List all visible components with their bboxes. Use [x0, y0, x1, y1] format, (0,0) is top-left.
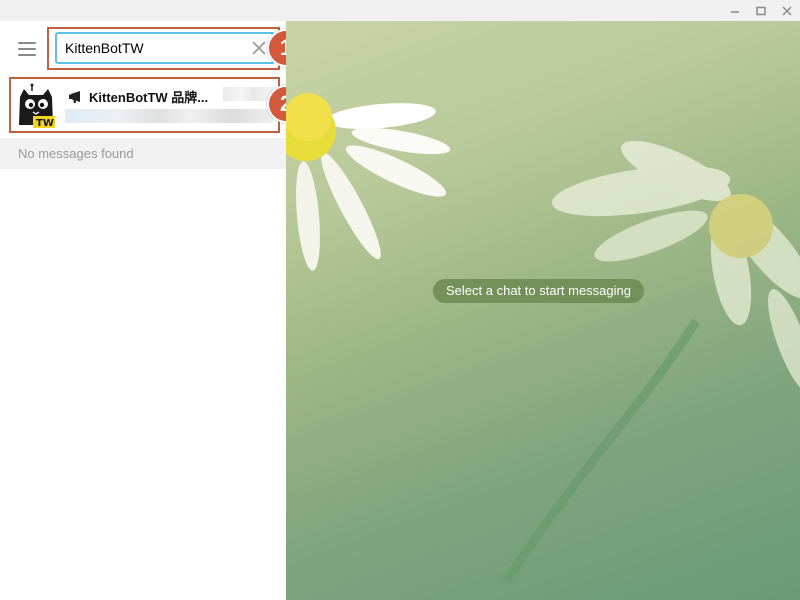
search-result[interactable]: TW KittenBotTW 品牌...	[8, 79, 280, 133]
chat-wallpaper	[286, 93, 800, 584]
blurred-preview	[65, 109, 273, 123]
menu-line	[18, 54, 36, 56]
chat-area: Select a chat to start messaging	[286, 21, 800, 600]
minimize-button[interactable]	[722, 0, 748, 21]
search-input[interactable]	[65, 38, 245, 58]
maximize-icon	[756, 6, 766, 15]
no-messages-section: No messages found	[0, 138, 286, 169]
close-icon	[782, 5, 792, 16]
title-bar	[0, 0, 800, 21]
maximize-button[interactable]	[748, 0, 774, 21]
result-title: KittenBotTW 品牌...	[68, 87, 208, 106]
search-field[interactable]	[55, 32, 275, 64]
menu-line	[18, 42, 36, 44]
empty-state-pill: Select a chat to start messaging	[433, 279, 644, 303]
clear-search-icon[interactable]	[250, 39, 268, 57]
window-controls	[722, 0, 800, 21]
svg-text:TW: TW	[36, 118, 54, 129]
close-button[interactable]	[774, 0, 800, 21]
channel-icon	[69, 90, 80, 103]
menu-line	[18, 48, 36, 50]
minimize-icon	[731, 10, 739, 13]
kittenbot-avatar: TW	[19, 83, 55, 129]
hamburger-menu-button[interactable]	[14, 40, 40, 58]
no-messages-label: No messages found	[18, 146, 134, 161]
blurred-date	[223, 87, 273, 101]
result-name: KittenBotTW 品牌...	[89, 90, 209, 105]
sidebar: TW KittenBotTW 品牌... No messages found	[0, 21, 286, 600]
